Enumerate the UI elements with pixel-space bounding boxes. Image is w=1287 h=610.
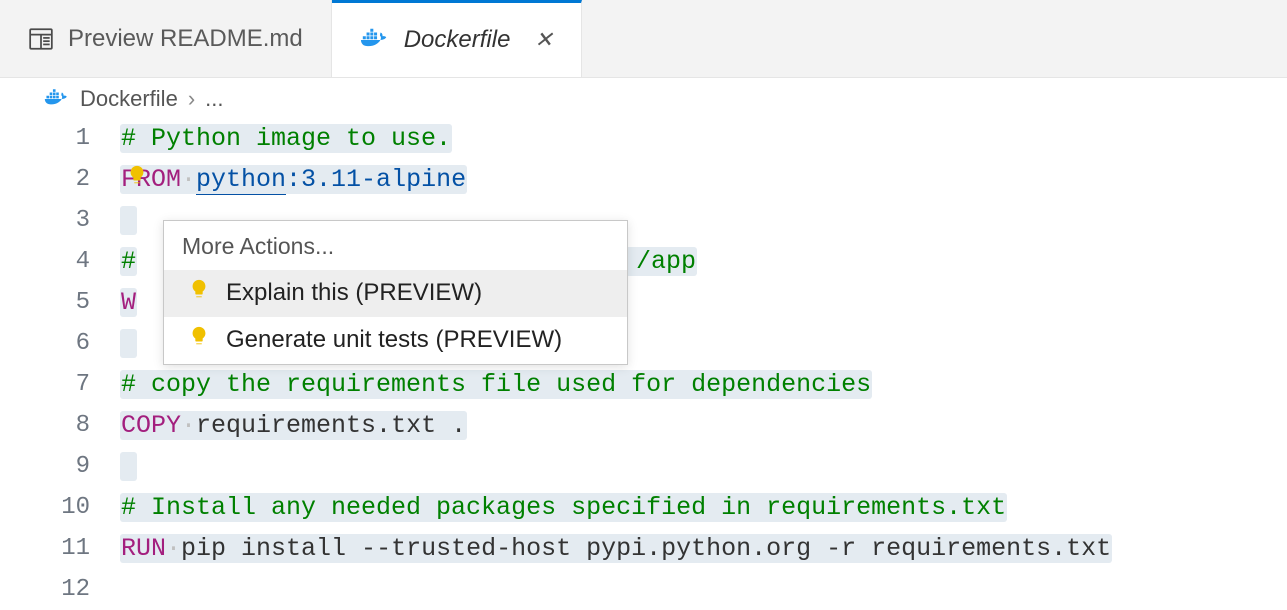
code-line: COPY·requirements.txt . [120, 405, 1287, 446]
image-tag: :3.11-alpine [286, 165, 466, 194]
line-number: 5 [0, 282, 90, 323]
breadcrumb-tail: ... [205, 86, 223, 112]
line-number: 8 [0, 405, 90, 446]
line-number: 9 [0, 446, 90, 487]
line-number: 4 [0, 241, 90, 282]
docker-icon [360, 28, 390, 52]
code-line: RUN·pip install --trusted-host pypi.pyth… [120, 528, 1287, 569]
close-icon[interactable]: ✕ [534, 27, 552, 53]
comment-text: # copy the requirements file used for de… [121, 370, 871, 399]
chevron-right-icon: › [188, 86, 195, 112]
action-explain-this[interactable]: Explain this (PREVIEW) [164, 270, 627, 317]
line-number: 2 [0, 159, 90, 200]
line-gutter: 1 2 3 4 5 6 7 8 9 10 11 12 [0, 118, 120, 610]
docker-icon [44, 89, 70, 109]
code-actions-popup: More Actions... Explain this (PREVIEW) G… [163, 220, 628, 365]
code-line: # copy the requirements file used for de… [120, 364, 1287, 405]
line-number: 3 [0, 200, 90, 241]
code-line: # Install any needed packages specified … [120, 487, 1287, 528]
tab-label: Dockerfile [404, 26, 511, 54]
line-number: 11 [0, 528, 90, 569]
tab-preview-readme[interactable]: Preview README.md [0, 0, 332, 77]
tab-bar: Preview README.md Dockerfile ✕ [0, 0, 1287, 78]
args: pip install --trusted-host pypi.python.o… [181, 534, 1111, 563]
line-number: 12 [0, 569, 90, 610]
lightbulb-icon [188, 325, 210, 354]
args: requirements.txt . [196, 411, 466, 440]
keyword: COPY [121, 411, 181, 440]
image-link[interactable]: python [196, 165, 286, 195]
popup-item-label: Generate unit tests (PREVIEW) [226, 326, 562, 354]
popup-item-label: Explain this (PREVIEW) [226, 279, 482, 307]
code-line [120, 569, 1287, 610]
code-line [120, 446, 1287, 487]
code-line: # Python image to use. [120, 118, 1287, 159]
tab-label: Preview README.md [68, 25, 303, 53]
comment-text: # Install any needed packages specified … [121, 493, 1006, 522]
line-number: 1 [0, 118, 90, 159]
breadcrumb-file: Dockerfile [80, 86, 178, 112]
breadcrumb[interactable]: Dockerfile › ... [0, 78, 1287, 118]
preview-icon [28, 26, 54, 52]
lightbulb-icon[interactable] [126, 164, 148, 186]
keyword: RUN [121, 534, 166, 563]
line-number: 7 [0, 364, 90, 405]
keyword: W [121, 288, 136, 317]
lightbulb-icon [188, 278, 210, 307]
comment-text: # Python image to use. [121, 124, 451, 153]
action-generate-unit-tests[interactable]: Generate unit tests (PREVIEW) [164, 317, 627, 364]
code-line: FROM·python:3.11-alpine [120, 159, 1287, 200]
line-number: 10 [0, 487, 90, 528]
tab-dockerfile[interactable]: Dockerfile ✕ [332, 0, 582, 77]
line-number: 6 [0, 323, 90, 364]
comment-text: # [121, 247, 136, 276]
popup-title: More Actions... [164, 221, 627, 270]
